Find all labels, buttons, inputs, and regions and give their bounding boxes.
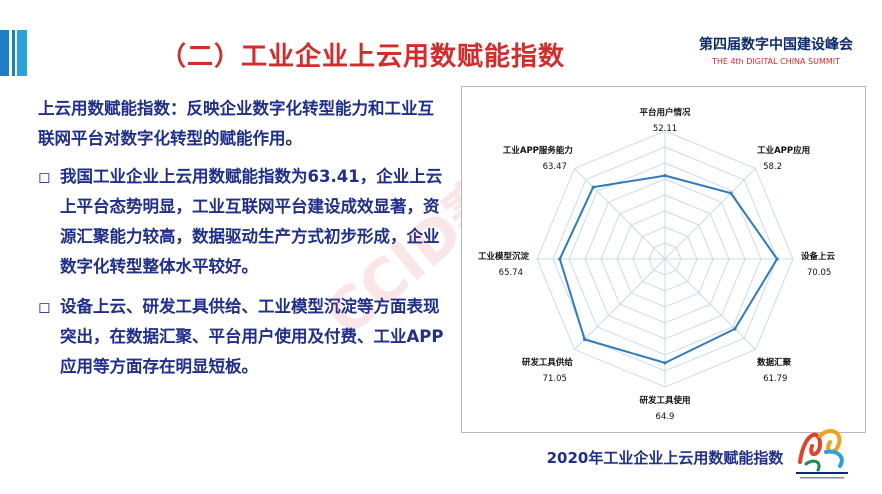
radar-category-label: 设备上云 [801,251,836,262]
intro-text: 上云用数赋能指数：反映企业数字化转型能力和工业互联网平台对数字化转型的赋能作用。 [38,99,434,148]
hollow-square-bullet-icon: ◻ [38,168,51,186]
radar-data-point [663,361,667,365]
radar-data-point [733,327,737,331]
hollow-square-bullet-icon: ◻ [38,298,51,316]
radar-category-label: 数据汇聚 [757,357,792,368]
summit-logo-icon [796,429,848,479]
page-title: （二）工业企业上云用数赋能指数 [160,42,566,72]
radar-category-label: 工业APP应用 [757,145,810,156]
bullet-item: ◻ 我国工业企业上云用数赋能指数为63.41，企业上云上平台态势明显，工业互联网… [38,162,448,282]
radar-value-label: 65.74 [499,268,523,278]
accent-bar [0,30,9,76]
bullet-text: 设备上云、研发工具供给、工业模型沉淀等方面表现突出，在数据汇聚、平台用户使用及付… [60,297,444,376]
bullet-text: 我国工业企业上云用数赋能指数为63.41，企业上云上平台态势明显，工业互联网平台… [60,167,443,276]
summit-brand: 第四届数字中国建设峰会 THE 4th DIGITAL CHINA SUMMIT [688,34,864,66]
brand-name-en: THE 4th DIGITAL CHINA SUMMIT [711,57,841,66]
brand-name-cn: 第四届数字中国建设峰会 [699,37,853,53]
radar-value-label: 63.47 [543,162,567,172]
radar-data-point [583,337,587,341]
radar-category-label: 工业APP服务能力 [503,145,573,156]
radar-value-label: 70.05 [807,268,831,278]
radar-category-label: 工业模型沉淀 [478,251,530,262]
radar-category-label: 平台用户情况 [639,107,691,118]
text-block: 上云用数赋能指数：反映企业数字化转型能力和工业互联网平台对数字化转型的赋能作用。… [38,94,448,392]
radar-data-point [775,257,779,261]
radar-chart: 平台用户情况 52.11 工业APP应用 58.2 设备上云 70.05 数据汇聚 61.79… [478,107,836,422]
radar-value-label: 52.11 [653,124,677,134]
radar-value-label: 64.9 [656,412,675,422]
radar-data-point [591,185,595,189]
radar-value-label: 58.2 [763,162,782,172]
radar-data-point [558,257,562,261]
radar-value-label: 71.05 [543,374,567,384]
accent-bar-light [17,30,27,76]
radar-data-point [663,174,667,178]
bullet-item: ◻ 设备上云、研发工具供给、工业模型沉淀等方面表现突出，在数据汇聚、平台用户使用… [38,292,448,382]
radar-chart-frame: 平台用户情况 52.11 工业APP应用 58.2 设备上云 70.05 数据汇聚 61.79… [461,86,866,433]
radar-data-point [729,191,733,195]
accent-bar-thin [12,30,15,76]
radar-value-label: 61.79 [763,374,787,384]
radar-category-label: 研发工具使用 [639,395,690,406]
radar-category-label: 研发工具供给 [522,357,574,368]
